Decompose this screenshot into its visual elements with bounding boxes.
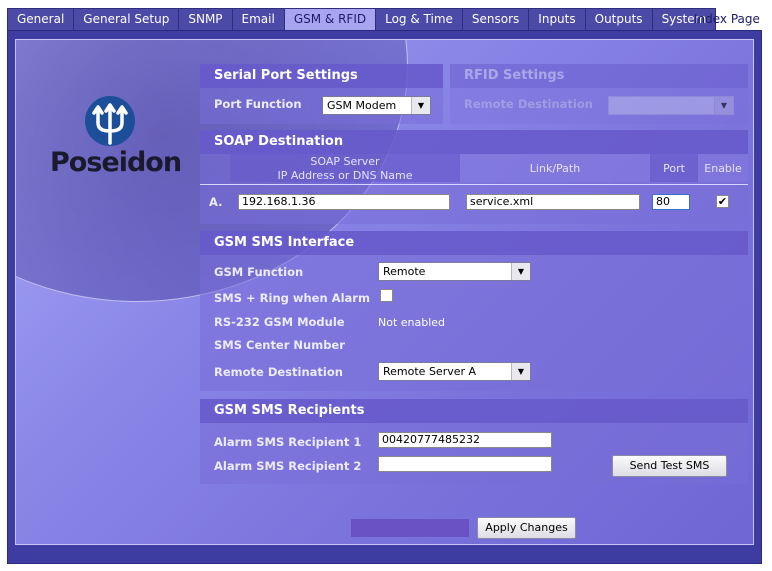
sms-recipients-section: GSM SMS Recipients Alarm SMS Recipient 1… — [200, 399, 748, 484]
tab-sensors[interactable]: Sensors — [461, 8, 529, 31]
apply-changes-button[interactable]: Apply Changes — [477, 517, 576, 539]
serial-port-section: Serial Port Settings Port Function GSM M… — [200, 64, 443, 124]
rfid-section: RFID Settings Remote Destination ▼ — [450, 64, 748, 124]
chevron-down-icon: ▼ — [411, 97, 430, 114]
gsm-function-select[interactable]: Remote ▼ — [378, 262, 531, 281]
sms-ring-label: SMS + Ring when Alarm — [214, 291, 370, 305]
sms-interface-section: GSM SMS Interface GSM Function Remote ▼ … — [200, 231, 748, 391]
settings-panel: Poseidon Serial Port Settings Port Funct… — [15, 39, 754, 545]
soap-path-input[interactable]: service.xml — [466, 194, 640, 210]
main-frame: Poseidon Serial Port Settings Port Funct… — [7, 30, 762, 564]
link-path-header: Link/Path — [529, 162, 581, 175]
soap-row-label: A. — [209, 195, 223, 209]
rs232-value: Not enabled — [378, 316, 446, 329]
index-page-link[interactable]: Index Page — [694, 12, 760, 26]
port-function-value: GSM Modem — [327, 99, 397, 112]
logo-text: Poseidon — [50, 147, 182, 178]
remote-destination-select[interactable]: Remote Server A ▼ — [378, 362, 531, 381]
tab-log-time[interactable]: Log & Time — [375, 8, 462, 31]
poseidon-logo: Poseidon — [50, 95, 182, 185]
port-header: Port — [663, 162, 685, 175]
tab-inputs[interactable]: Inputs — [528, 8, 585, 31]
soap-section: SOAP Destination SOAP Server IP Address … — [200, 130, 748, 224]
soap-server-input[interactable]: 192.168.1.36 — [238, 194, 450, 210]
chevron-down-icon: ▼ — [511, 363, 530, 380]
enable-header: Enable — [704, 162, 742, 175]
recipient-2-input[interactable] — [378, 456, 552, 472]
tab-snmp[interactable]: SNMP — [178, 8, 232, 31]
port-function-select[interactable]: GSM Modem ▼ — [322, 96, 431, 115]
remote-destination-label: Remote Destination — [214, 365, 343, 379]
recipient-1-label: Alarm SMS Recipient 1 — [214, 435, 362, 449]
soap-title: SOAP Destination — [200, 130, 748, 154]
gsm-function-label: GSM Function — [214, 265, 304, 279]
tab-email[interactable]: Email — [231, 8, 284, 31]
tab-general-setup[interactable]: General Setup — [73, 8, 179, 31]
sms-center-label: SMS Center Number — [214, 338, 345, 352]
chevron-down-icon: ▼ — [511, 263, 530, 280]
recipient-2-label: Alarm SMS Recipient 2 — [214, 459, 362, 473]
trident-icon — [85, 96, 135, 146]
rfid-remote-destination-label: Remote Destination — [464, 97, 593, 111]
soap-server-header: SOAP Server — [310, 155, 380, 168]
sms-ring-checkbox[interactable] — [380, 289, 393, 302]
sms-recipients-title: GSM SMS Recipients — [200, 399, 748, 423]
soap-divider — [200, 184, 748, 185]
serial-port-title: Serial Port Settings — [200, 64, 443, 88]
remote-destination-value: Remote Server A — [383, 365, 477, 378]
send-test-sms-button[interactable]: Send Test SMS — [612, 455, 727, 477]
status-bar — [351, 519, 469, 537]
soap-port-input[interactable]: 80 — [652, 194, 690, 210]
chevron-down-icon: ▼ — [714, 97, 733, 114]
rfid-remote-destination-select[interactable]: ▼ — [608, 96, 734, 115]
rfid-title: RFID Settings — [450, 64, 748, 88]
tab-general[interactable]: General — [7, 8, 74, 31]
soap-enable-checkbox[interactable]: ✔ — [716, 195, 729, 208]
recipient-1-input[interactable]: 00420777485232 — [378, 432, 552, 448]
gsm-function-value: Remote — [383, 265, 426, 278]
tab-bar: General General Setup SNMP Email GSM & R… — [7, 8, 717, 31]
port-function-label: Port Function — [214, 97, 302, 111]
tab-outputs[interactable]: Outputs — [584, 8, 652, 31]
sms-interface-title: GSM SMS Interface — [200, 231, 748, 255]
tab-gsm-rfid[interactable]: GSM & RFID — [283, 8, 376, 31]
soap-server-subheader: IP Address or DNS Name — [277, 169, 413, 182]
rs232-label: RS-232 GSM Module — [214, 315, 345, 329]
